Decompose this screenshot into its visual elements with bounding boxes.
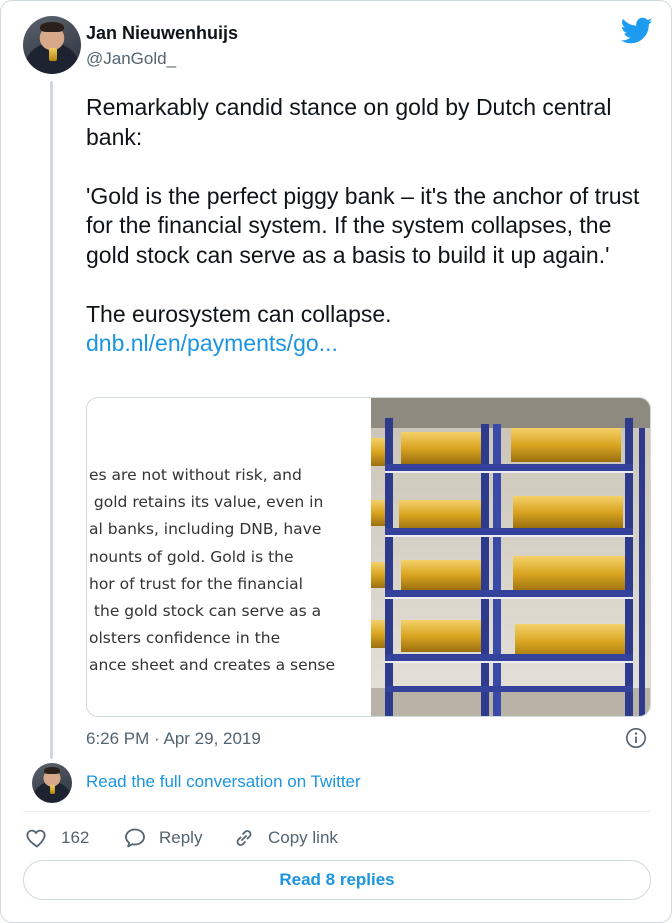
avatar-hair <box>44 767 60 775</box>
preview-line: es are not without risk, and <box>89 466 302 484</box>
thread-line <box>50 81 53 759</box>
avatar-gold-bar <box>49 785 56 795</box>
tweet-embed-card: Jan Nieuwenhuijs @JanGold_ Remarkably ca… <box>0 0 672 923</box>
preview-line: hor of trust for the financial <box>89 574 303 593</box>
divider <box>23 811 651 812</box>
tweet-link[interactable]: dnb.nl/en/payments/go... <box>86 330 338 356</box>
copy-link-label: Copy link <box>268 828 338 847</box>
preview-line: al banks, including DNB, have <box>89 520 322 539</box>
preview-lines: es are not without risk, and gold retain… <box>89 462 335 680</box>
heart-icon <box>26 829 46 848</box>
author-avatar[interactable] <box>23 16 81 74</box>
tweet-paragraph-1: Remarkably candid stance on gold by Dutc… <box>86 94 612 150</box>
twitter-bird-icon[interactable] <box>621 17 653 45</box>
preview-line: nounts of gold. Gold is the <box>89 547 294 566</box>
link-icon <box>236 830 252 846</box>
reply-bubble-icon <box>125 828 145 848</box>
tweet-text: Remarkably candid stance on gold by Dutc… <box>86 93 656 359</box>
author-name[interactable]: Jan Nieuwenhuijs <box>86 23 238 44</box>
preview-line: ance sheet and creates a sense <box>89 656 336 675</box>
read-replies-button[interactable]: Read 8 replies <box>23 860 651 900</box>
tweet-paragraph-3: The eurosystem can collapse. dnb.nl/en/pa… <box>86 300 656 359</box>
reply-button[interactable]: Reply <box>123 825 202 851</box>
copy-link-button[interactable]: Copy link <box>232 825 338 851</box>
link-preview-text-image: es are not without risk, and gold retain… <box>87 398 371 716</box>
preview-line: gold retains its value, even in <box>89 493 324 512</box>
avatar-gold-bar <box>48 48 57 62</box>
tweet-paragraph-2: 'Gold is the perfect piggy bank – it's t… <box>86 182 640 268</box>
tweet-paragraph-3-text: The eurosystem can collapse. <box>86 300 392 327</box>
tweet-timestamp[interactable]: 6:26 PM · Apr 29, 2019 <box>86 729 261 749</box>
like-count: 162 <box>61 828 90 847</box>
like-button[interactable]: 162 <box>25 825 89 851</box>
author-avatar-small[interactable] <box>32 763 72 803</box>
info-icon[interactable] <box>625 727 647 749</box>
preview-line: the gold stock can serve as a <box>89 602 322 621</box>
reply-label: Reply <box>159 828 203 847</box>
preview-line: olsters confidence in the <box>89 629 281 648</box>
link-preview-card[interactable]: es are not without risk, and gold retain… <box>86 397 651 717</box>
gold-vault-image <box>371 398 650 716</box>
read-conversation-link[interactable]: Read the full conversation on Twitter <box>86 772 361 792</box>
avatar-hair <box>40 21 64 33</box>
author-handle[interactable]: @JanGold_ <box>86 49 176 69</box>
